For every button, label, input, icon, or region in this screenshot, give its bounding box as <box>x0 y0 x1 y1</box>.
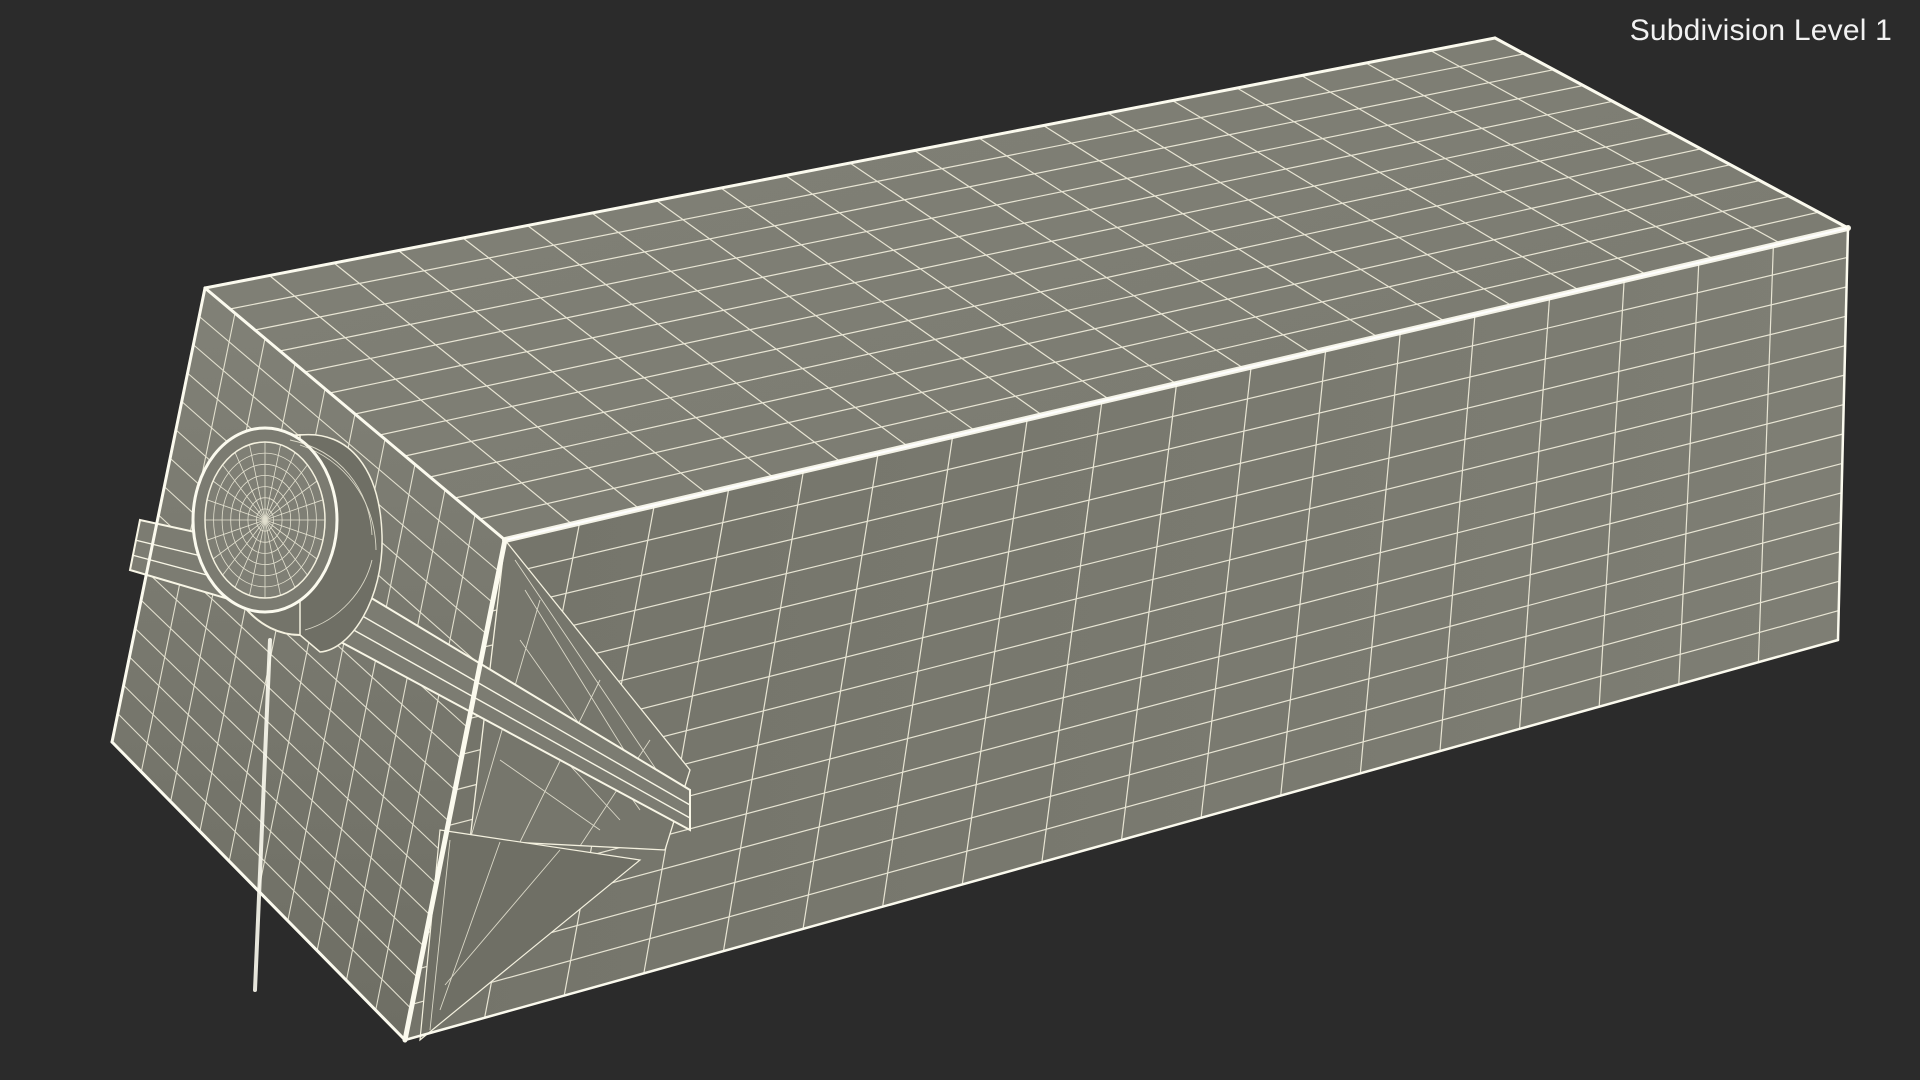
render-viewport: Subdivision Level 1 <box>0 0 1920 1080</box>
subdivision-level-label: Subdivision Level 1 <box>1629 14 1892 47</box>
wireframe-carton-icon <box>110 36 1851 1043</box>
